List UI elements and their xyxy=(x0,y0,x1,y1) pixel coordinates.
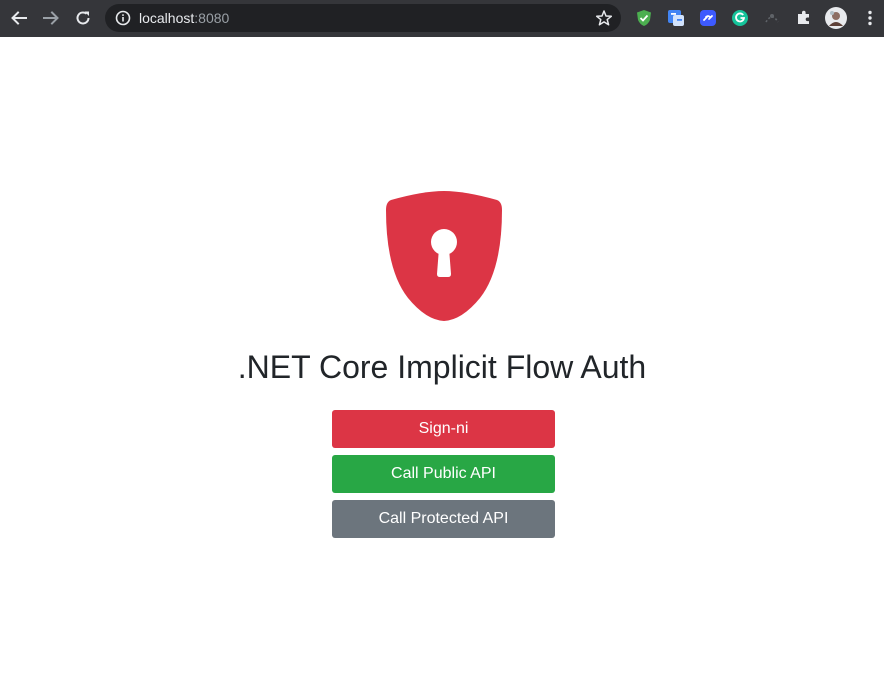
call-public-api-button[interactable]: Call Public API xyxy=(332,455,555,493)
info-icon[interactable] xyxy=(115,10,131,26)
star-icon[interactable] xyxy=(595,9,613,27)
back-button[interactable] xyxy=(8,7,30,29)
url-host: localhost xyxy=(139,10,195,26)
profile-avatar[interactable] xyxy=(825,7,847,29)
puzzle-icon[interactable] xyxy=(794,8,814,28)
browser-toolbar: localhost:8080 xyxy=(0,0,884,37)
reload-button[interactable] xyxy=(72,7,94,29)
url-port: :8080 xyxy=(194,10,230,26)
reload-icon xyxy=(76,11,90,25)
shield-keyhole-icon xyxy=(386,191,502,321)
link-extension-icon[interactable] xyxy=(698,8,718,28)
call-protected-api-button[interactable]: Call Protected API xyxy=(332,500,555,538)
forward-button[interactable] xyxy=(40,7,62,29)
shield-extension-icon[interactable] xyxy=(634,8,654,28)
page-content: .NET Core Implicit Flow Auth Sign-ni Cal… xyxy=(0,37,884,696)
address-bar[interactable]: localhost:8080 xyxy=(105,4,621,32)
translate-extension-icon[interactable] xyxy=(666,8,686,28)
kebab-menu-icon[interactable] xyxy=(860,8,880,28)
back-arrow-icon xyxy=(11,11,27,25)
grammarly-extension-icon[interactable] xyxy=(730,8,750,28)
sign-in-button[interactable]: Sign-ni xyxy=(332,410,555,448)
cloud-extension-icon[interactable] xyxy=(762,8,782,28)
forward-arrow-icon xyxy=(43,11,59,25)
page-title: .NET Core Implicit Flow Auth xyxy=(237,349,647,385)
url-text[interactable]: localhost:8080 xyxy=(139,10,229,26)
